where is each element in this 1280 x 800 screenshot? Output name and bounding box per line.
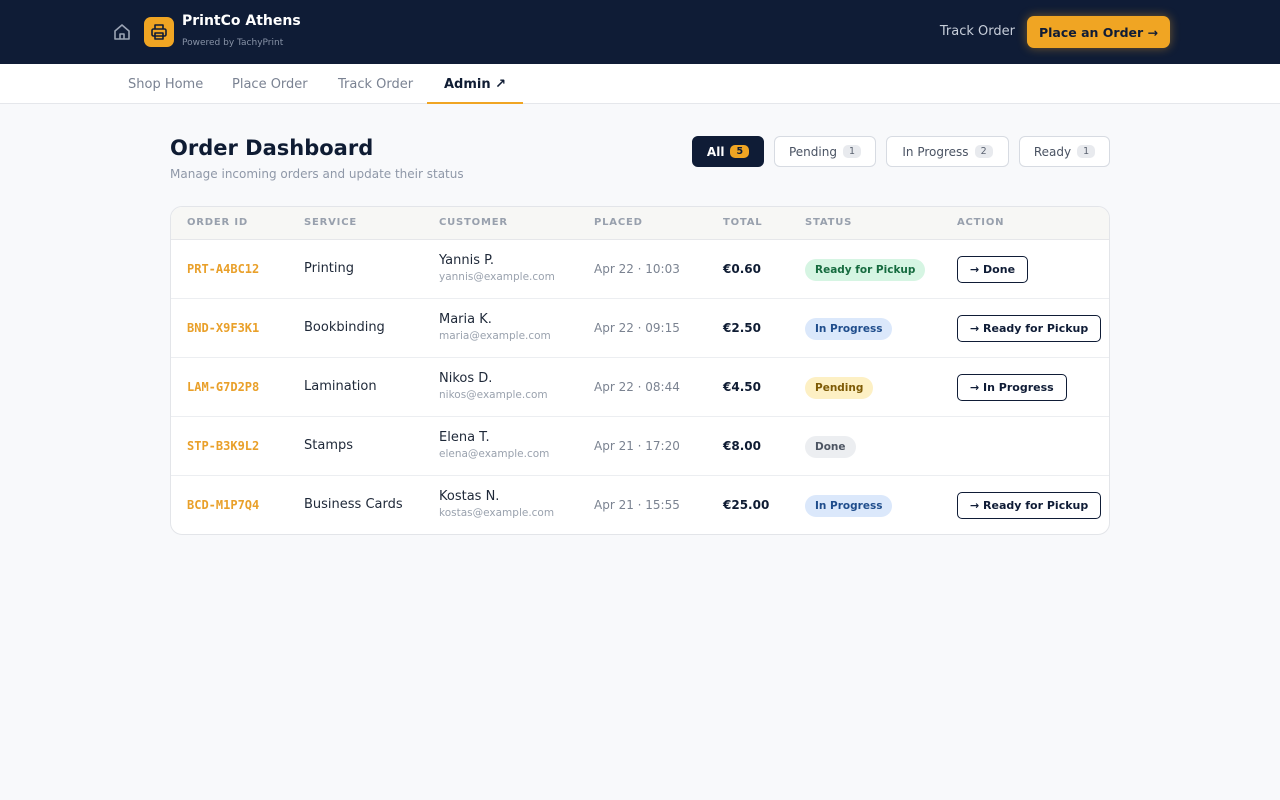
brand-name: PrintCo Athens bbox=[182, 13, 301, 29]
column-header-status: STATUS bbox=[805, 217, 853, 228]
printer-icon bbox=[151, 24, 167, 40]
track-order-link[interactable]: Track Order bbox=[940, 24, 1015, 39]
column-header-action: ACTION bbox=[957, 217, 1005, 228]
table-row: LAM-G7D2P8 Lamination Nikos D. nikos@exa… bbox=[171, 358, 1109, 417]
column-header-service: SERVICE bbox=[304, 217, 357, 228]
customer-name: Yannis P. bbox=[439, 253, 495, 268]
filter-all[interactable]: All 5 bbox=[692, 136, 764, 167]
tab-shop-home[interactable]: Shop Home bbox=[111, 64, 220, 104]
order-service: Stamps bbox=[304, 438, 354, 453]
order-total: €2.50 bbox=[723, 321, 761, 335]
customer-name: Elena T. bbox=[439, 430, 490, 445]
order-id[interactable]: BND-X9F3K1 bbox=[187, 321, 259, 335]
orders-table: ORDER ID SERVICE CUSTOMER PLACED TOTAL S… bbox=[170, 206, 1110, 535]
order-placed: Apr 22 · 10:03 bbox=[594, 262, 680, 276]
status-badge: In Progress bbox=[805, 318, 893, 340]
powered-by-text: Powered by TachyPrint bbox=[182, 38, 284, 48]
customer-email: nikos@example.com bbox=[439, 389, 548, 401]
table-header: ORDER ID SERVICE CUSTOMER PLACED TOTAL S… bbox=[171, 207, 1109, 240]
customer-email: maria@example.com bbox=[439, 330, 551, 342]
customer-name: Kostas N. bbox=[439, 489, 500, 504]
filter-count: 1 bbox=[1077, 145, 1096, 158]
column-header-placed: PLACED bbox=[594, 217, 643, 228]
tab-track-order[interactable]: Track Order bbox=[321, 64, 430, 104]
order-id[interactable]: STP-B3K9L2 bbox=[187, 439, 259, 453]
order-placed: Apr 21 · 17:20 bbox=[594, 439, 680, 453]
order-total: €8.00 bbox=[723, 439, 761, 453]
page-title: Order Dashboard bbox=[170, 136, 374, 160]
customer-email: elena@example.com bbox=[439, 448, 550, 460]
page-subtitle: Manage incoming orders and update their … bbox=[170, 167, 464, 181]
filter-ready[interactable]: Ready 1 bbox=[1019, 136, 1110, 167]
column-header-total: TOTAL bbox=[723, 217, 763, 228]
filter-label: Ready bbox=[1033, 144, 1072, 159]
column-header-order-id: ORDER ID bbox=[187, 217, 248, 228]
brand-logo bbox=[144, 17, 174, 47]
filter-count: 5 bbox=[730, 145, 750, 158]
filter-label: Pending bbox=[788, 144, 837, 159]
order-service: Business Cards bbox=[304, 497, 403, 512]
filter-count: 2 bbox=[974, 145, 993, 158]
filter-label: All bbox=[706, 144, 725, 159]
order-service: Printing bbox=[304, 261, 355, 276]
place-order-button[interactable]: Place an Order → bbox=[1027, 16, 1170, 48]
advance-status-button[interactable]: → Ready for Pickup bbox=[957, 492, 1102, 519]
order-service: Lamination bbox=[304, 379, 377, 394]
tab-place-order[interactable]: Place Order bbox=[215, 64, 325, 104]
filter-in-progress[interactable]: In Progress 2 bbox=[886, 136, 1009, 167]
table-row: STP-B3K9L2 Stamps Elena T. elena@example… bbox=[171, 417, 1109, 476]
table-row: BCD-M1P7Q4 Business Cards Kostas N. kost… bbox=[171, 476, 1109, 534]
column-header-customer: CUSTOMER bbox=[439, 217, 508, 228]
order-id[interactable]: BCD-M1P7Q4 bbox=[187, 498, 259, 512]
status-badge: Pending bbox=[805, 377, 874, 399]
status-badge: In Progress bbox=[805, 495, 893, 517]
order-placed: Apr 22 · 09:15 bbox=[594, 321, 680, 335]
customer-email: kostas@example.com bbox=[439, 507, 555, 519]
customer-name: Nikos D. bbox=[439, 371, 493, 386]
advance-status-button[interactable]: → In Progress bbox=[957, 374, 1067, 401]
order-placed: Apr 22 · 08:44 bbox=[594, 380, 680, 394]
order-total: €4.50 bbox=[723, 380, 761, 394]
filter-label: In Progress bbox=[902, 144, 969, 159]
table-row: BND-X9F3K1 Bookbinding Maria K. maria@ex… bbox=[171, 299, 1109, 358]
order-total: €25.00 bbox=[723, 498, 770, 512]
filter-count: 1 bbox=[842, 145, 862, 158]
sub-navigation: Shop Home Place Order Track Order Admin … bbox=[0, 64, 1280, 104]
top-bar: PrintCo Athens Powered by TachyPrint Tra… bbox=[0, 0, 1280, 64]
order-total: €0.60 bbox=[723, 262, 761, 276]
filter-pending[interactable]: Pending 1 bbox=[774, 136, 876, 167]
customer-email: yannis@example.com bbox=[439, 271, 555, 283]
customer-name: Maria K. bbox=[439, 312, 492, 327]
advance-status-button[interactable]: → Ready for Pickup bbox=[957, 315, 1102, 342]
order-placed: Apr 21 · 15:55 bbox=[594, 498, 680, 512]
tab-admin[interactable]: Admin ↗ bbox=[427, 64, 524, 104]
status-badge: Done bbox=[805, 436, 856, 458]
order-id[interactable]: PRT-A4BC12 bbox=[187, 262, 259, 276]
status-badge: Ready for Pickup bbox=[805, 259, 926, 281]
home-icon[interactable] bbox=[112, 22, 132, 42]
order-service: Bookbinding bbox=[304, 320, 385, 335]
order-id[interactable]: LAM-G7D2P8 bbox=[187, 380, 259, 394]
advance-status-button[interactable]: → Done bbox=[957, 256, 1029, 283]
table-row: PRT-A4BC12 Printing Yannis P. yannis@exa… bbox=[171, 240, 1109, 299]
